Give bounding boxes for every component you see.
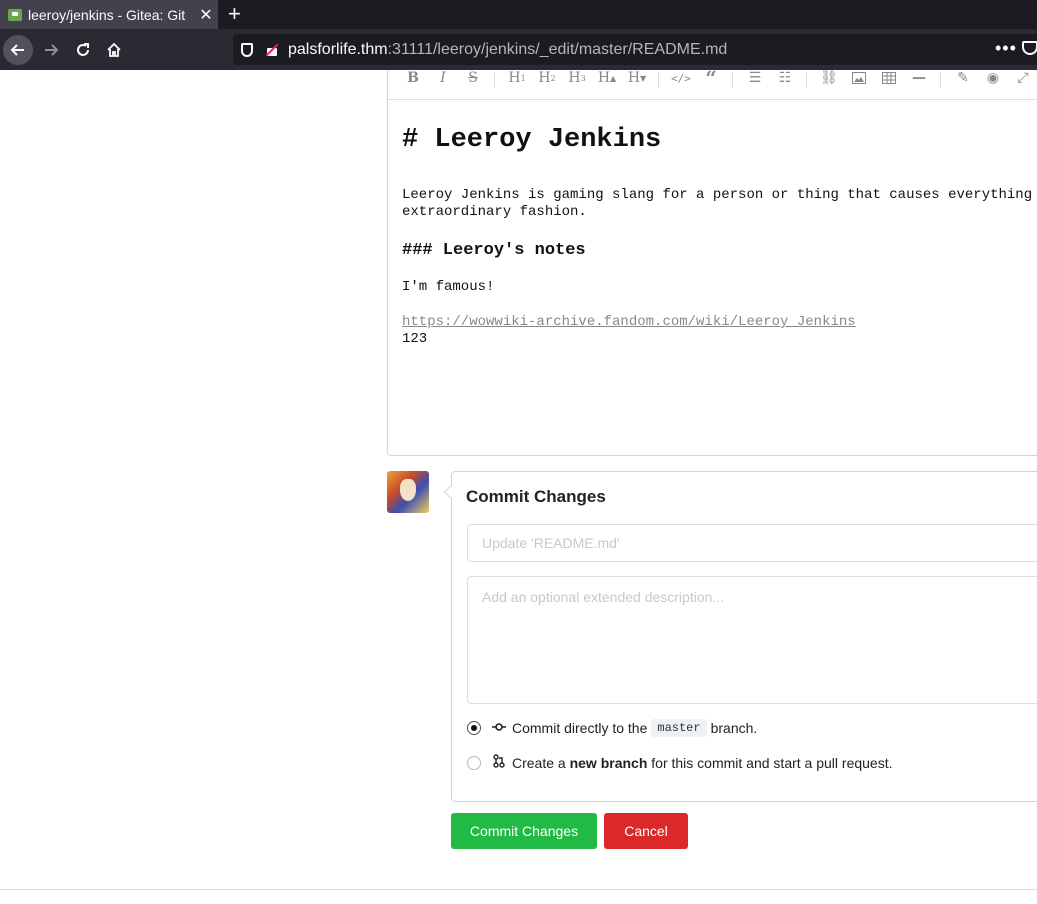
browser-nav-bar: palsforlife.thm:31111/leeroy/jenkins/_ed… (0, 29, 1037, 70)
heading-smaller-icon[interactable]: H ▼ (626, 70, 648, 86)
commit-direct-option[interactable]: Commit directly to the master branch. (467, 719, 757, 737)
url-host: palsforlife.thm (288, 40, 388, 58)
heading-3-icon[interactable]: H3 (566, 70, 588, 86)
avatar (387, 471, 429, 513)
commit-summary-input[interactable] (467, 524, 1037, 562)
tab-close-icon[interactable]: ✕ (199, 5, 213, 25)
address-bar[interactable]: palsforlife.thm:31111/leeroy/jenkins/_ed… (233, 34, 1037, 65)
markdown-editor: B I S H1 H2 H3 H ▲ H ▼ </> “ ☰ ☷ ⛓ — ✎ ◉ ⤢… (387, 66, 1037, 456)
branch-name: master (651, 719, 707, 737)
toolbar-separator (732, 72, 733, 88)
back-button[interactable] (3, 35, 33, 65)
markdown-link[interactable]: https://wowwiki-archive.fandom.com/wiki/… (402, 314, 856, 330)
link-icon[interactable]: ⛓ (818, 70, 840, 86)
table-icon[interactable] (878, 70, 900, 86)
home-button[interactable] (99, 35, 129, 65)
strikethrough-icon[interactable]: S (462, 70, 484, 86)
toolbar-separator (940, 72, 941, 88)
url-path: :31111/leeroy/jenkins/_edit/master/READM… (387, 40, 728, 58)
markdown-paragraph: Leeroy Jenkins is gaming slang for a per… (402, 187, 1037, 221)
git-pull-request-icon (492, 754, 506, 771)
toolbar-separator (494, 72, 495, 88)
back-arrow-icon (10, 44, 24, 56)
forward-button[interactable] (36, 35, 66, 65)
bold-icon[interactable]: B (402, 70, 424, 86)
heading-bigger-icon[interactable]: H ▲ (596, 70, 618, 86)
code-icon[interactable]: </> (670, 70, 692, 86)
markdown-h1: # Leeroy Jenkins (402, 125, 662, 155)
heading-1-icon[interactable]: H1 (506, 70, 528, 86)
commit-changes-button[interactable]: Commit Changes (451, 813, 597, 849)
quote-icon[interactable]: “ (700, 66, 722, 90)
pocket-icon[interactable] (1022, 41, 1037, 55)
git-commit-icon (492, 721, 506, 736)
commit-title: Commit Changes (466, 487, 606, 506)
ordered-list-icon[interactable]: ☷ (774, 70, 796, 86)
browser-tab[interactable]: leeroy/jenkins - Gitea: Git ✕ (0, 0, 218, 29)
toolbar-separator (658, 72, 659, 88)
toolbar-separator (806, 72, 807, 88)
option2-prefix: Create a (512, 754, 566, 771)
option1-suffix: branch. (710, 720, 758, 736)
new-branch-radio[interactable] (467, 755, 481, 770)
paragraph-line-2: extraordinary fashion. (402, 204, 587, 220)
fullscreen-icon[interactable]: ⤢ (1012, 70, 1034, 86)
footer-divider (0, 889, 1037, 890)
cancel-button[interactable]: Cancel (604, 813, 688, 849)
commit-direct-radio[interactable] (467, 721, 481, 735)
option2-bold: new branch (569, 754, 648, 771)
markdown-text: 123 (402, 331, 428, 347)
browser-tab-bar: leeroy/jenkins - Gitea: Git ✕ + (0, 0, 1037, 29)
tab-title: leeroy/jenkins - Gitea: Git (28, 6, 186, 23)
reload-button[interactable] (68, 35, 98, 65)
home-icon (107, 42, 121, 57)
editor-toolbar: B I S H1 H2 H3 H ▲ H ▼ </> “ ☰ ☷ ⛓ — ✎ ◉ ⤢ (388, 66, 1037, 100)
paragraph-line-1: Leeroy Jenkins is gaming slang for a per… (402, 187, 1033, 203)
eraser-icon[interactable]: ✎ (952, 70, 974, 86)
unordered-list-icon[interactable]: ☰ (744, 70, 766, 86)
image-icon[interactable] (848, 70, 870, 86)
horizontal-rule-icon[interactable]: — (908, 70, 930, 86)
commit-description-input[interactable] (467, 576, 1037, 704)
markdown-text: I'm famous! (402, 279, 495, 295)
insecure-lock-icon[interactable] (266, 44, 278, 56)
new-tab-button[interactable]: + (228, 1, 241, 27)
heading-2-icon[interactable]: H2 (536, 70, 558, 86)
forward-arrow-icon (45, 44, 59, 56)
new-branch-option[interactable]: Create a new branch for this commit and … (467, 754, 893, 771)
page-actions-menu-icon[interactable]: ••• (995, 38, 1017, 59)
preview-icon[interactable]: ◉ (982, 70, 1004, 86)
option1-prefix: Commit directly to the (512, 720, 648, 736)
gitea-favicon-icon (8, 8, 22, 21)
reload-icon (77, 43, 89, 56)
italic-icon[interactable]: I (432, 70, 454, 86)
option2-suffix: for this commit and start a pull request… (651, 754, 893, 771)
url-text[interactable]: palsforlife.thm:31111/leeroy/jenkins/_ed… (288, 41, 727, 59)
markdown-h3: ### Leeroy's notes (402, 241, 586, 260)
tracking-shield-icon[interactable] (241, 42, 253, 57)
